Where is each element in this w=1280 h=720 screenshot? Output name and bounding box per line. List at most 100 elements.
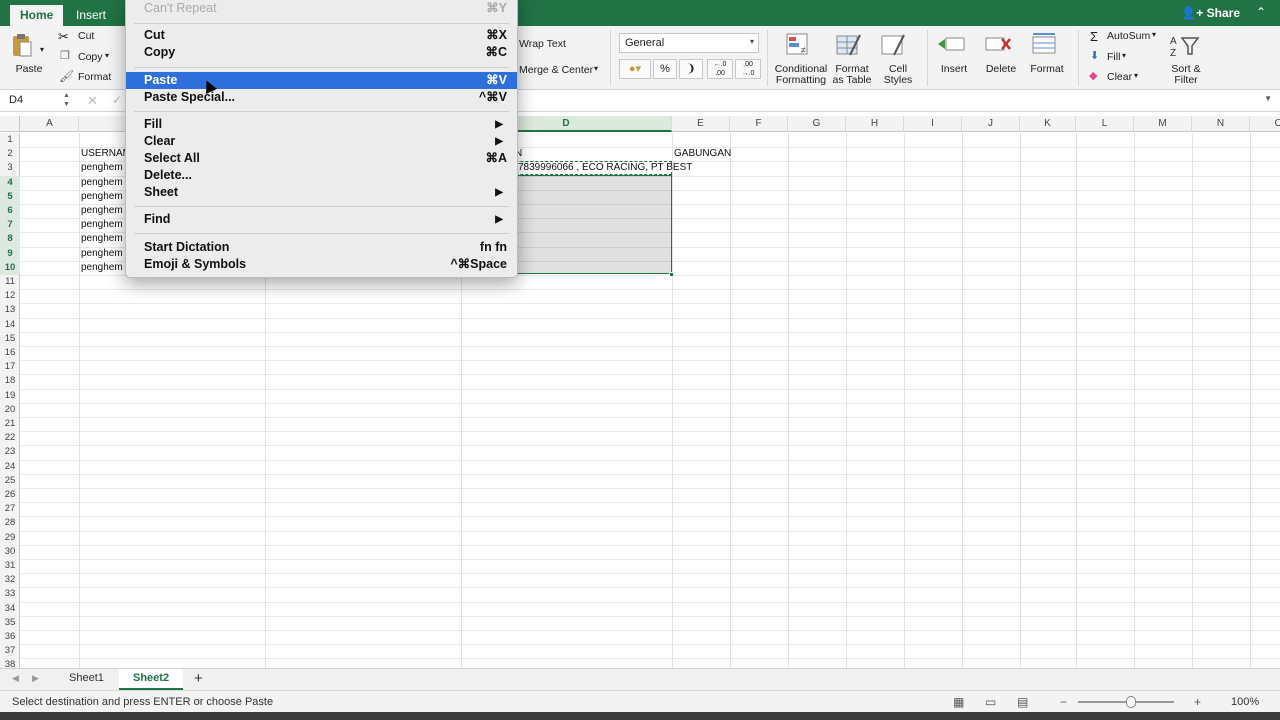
cell-b4[interactable]: penghem (81, 176, 123, 190)
menu-item-fill[interactable]: Fill ▶ (126, 116, 517, 133)
zoom-slider-handle[interactable] (1126, 696, 1136, 708)
menu-item-start-dictation[interactable]: Start Dictation fn fn (126, 239, 517, 256)
cell-e2[interactable]: GABUNGAN (674, 147, 731, 161)
cell-b3[interactable]: penghem (81, 161, 123, 175)
merge-center-button[interactable]: Merge & Center (519, 64, 593, 76)
menu-item-paste[interactable]: Paste ⌘V (126, 72, 517, 89)
row-header[interactable]: 28 (0, 516, 20, 530)
column-header[interactable]: O (1250, 116, 1280, 132)
column-header[interactable]: H (846, 116, 904, 132)
menu-item-sheet[interactable]: Sheet ▶ (126, 184, 517, 201)
autosum-button[interactable]: AutoSum (1107, 30, 1150, 42)
insert-cells-button[interactable]: Insert (936, 64, 972, 75)
row-header[interactable]: 3 (0, 161, 20, 175)
row-header[interactable]: 38 (0, 658, 20, 668)
row-header[interactable]: 12 (0, 289, 20, 303)
column-header[interactable]: M (1134, 116, 1192, 132)
row-header[interactable]: 23 (0, 445, 20, 459)
row-header[interactable]: 17 (0, 360, 20, 374)
clear-button[interactable]: Clear (1107, 71, 1132, 83)
zoom-in-icon[interactable]: + (1194, 695, 1201, 709)
column-header[interactable]: G (788, 116, 846, 132)
decrease-decimal-button[interactable]: .00 →.0 (735, 59, 761, 79)
autosum-dropdown-icon[interactable]: ▾ (1152, 30, 1156, 39)
share-button[interactable]: 👤+ Share (1181, 6, 1240, 20)
row-header[interactable]: 25 (0, 474, 20, 488)
delete-cells-button[interactable]: Delete (982, 64, 1020, 75)
zoom-level[interactable]: 100% (1231, 696, 1259, 708)
cell-b8[interactable]: penghem (81, 232, 123, 246)
name-box-stepper-icon[interactable]: ▲ ▼ (63, 91, 70, 109)
page-break-view-icon[interactable]: ▤ (1017, 695, 1028, 709)
column-header[interactable]: N (1192, 116, 1250, 132)
menu-item-emoji-symbols[interactable]: Emoji & Symbols ^⌘Space (126, 256, 517, 273)
sort-filter-button[interactable]: Sort & Filter (1164, 64, 1208, 86)
cell-b9[interactable]: penghem (81, 247, 123, 261)
row-header[interactable]: 7 (0, 218, 20, 233)
row-header[interactable]: 20 (0, 403, 20, 417)
tab-insert[interactable]: Insert (66, 5, 116, 26)
format-as-table-button[interactable]: Format as Table (830, 64, 874, 86)
cell-b7[interactable]: penghem (81, 218, 123, 232)
menu-item-copy[interactable]: Copy ⌘C (126, 44, 517, 61)
row-header[interactable]: 4 (0, 175, 20, 190)
merge-dropdown-icon[interactable]: ▾ (594, 64, 598, 73)
row-header[interactable]: 26 (0, 488, 20, 502)
row-header[interactable]: 1 (0, 133, 20, 147)
paste-icon[interactable] (11, 32, 33, 58)
row-header[interactable]: 6 (0, 204, 20, 219)
row-header[interactable]: 2 (0, 147, 20, 161)
row-header[interactable]: 34 (0, 602, 20, 616)
sheet-tab-sheet1[interactable]: Sheet1 (55, 669, 118, 690)
conditional-formatting-button[interactable]: Conditional Formatting (774, 64, 828, 86)
fill-handle[interactable] (669, 272, 674, 277)
paste-dropdown-icon[interactable]: ▾ (40, 44, 44, 55)
row-header[interactable]: 36 (0, 630, 20, 644)
menu-item-clear[interactable]: Clear ▶ (126, 133, 517, 150)
row-header[interactable]: 30 (0, 545, 20, 559)
add-sheet-button[interactable]: + (194, 670, 203, 687)
row-header[interactable]: 13 (0, 303, 20, 317)
column-header[interactable]: L (1076, 116, 1134, 132)
prev-sheet-icon[interactable]: ◀ (12, 673, 19, 684)
fill-dropdown-icon[interactable]: ▾ (1122, 51, 1126, 60)
row-header[interactable]: 32 (0, 573, 20, 587)
menu-item-find[interactable]: Find ▶ (126, 211, 517, 228)
normal-view-icon[interactable]: ▦ (953, 695, 964, 709)
row-header[interactable]: 5 (0, 189, 20, 204)
clear-dropdown-icon[interactable]: ▾ (1134, 71, 1138, 80)
expand-formula-bar-icon[interactable]: ▼ (1264, 94, 1272, 103)
row-header[interactable]: 15 (0, 332, 20, 346)
wrap-text-button[interactable]: Wrap Text (519, 38, 566, 50)
row-header[interactable]: 37 (0, 644, 20, 658)
row-header[interactable]: 35 (0, 616, 20, 630)
cut-button[interactable]: Cut (78, 30, 94, 42)
format-cells-button[interactable]: Format (1028, 64, 1066, 75)
copy-dropdown-icon[interactable]: ▾ (105, 51, 109, 60)
cell-b10[interactable]: penghem (81, 261, 123, 275)
collapse-ribbon-icon[interactable]: ⌃ (1256, 5, 1266, 19)
tab-home[interactable]: Home (10, 5, 64, 26)
select-all-corner[interactable] (0, 116, 20, 132)
menu-item-paste-special[interactable]: Paste Special... ^⌘V (126, 89, 517, 106)
cell-b6[interactable]: penghem (81, 204, 123, 218)
row-header[interactable]: 22 (0, 431, 20, 445)
comma-style-button[interactable]: ❩ (679, 59, 703, 79)
column-header[interactable]: I (904, 116, 962, 132)
sheet-tab-sheet2[interactable]: Sheet2 (119, 669, 184, 690)
menu-item-delete[interactable]: Delete... (126, 167, 517, 184)
menu-item-cut[interactable]: Cut ⌘X (126, 27, 517, 44)
row-header[interactable]: 33 (0, 587, 20, 601)
row-header[interactable]: 31 (0, 559, 20, 573)
accounting-format-button[interactable]: ●▾ (619, 59, 651, 79)
format-painter-button[interactable]: Format (78, 71, 111, 83)
paste-button[interactable]: Paste (12, 64, 46, 75)
row-header[interactable]: 16 (0, 346, 20, 360)
menu-item-select-all[interactable]: Select All ⌘A (126, 150, 517, 167)
row-header[interactable]: 24 (0, 460, 20, 474)
increase-decimal-button[interactable]: ←.0.00 (707, 59, 733, 79)
row-header[interactable]: 18 (0, 374, 20, 388)
row-header[interactable]: 8 (0, 232, 20, 247)
copy-button[interactable]: Copy (78, 51, 103, 63)
percent-style-button[interactable]: % (653, 59, 677, 79)
